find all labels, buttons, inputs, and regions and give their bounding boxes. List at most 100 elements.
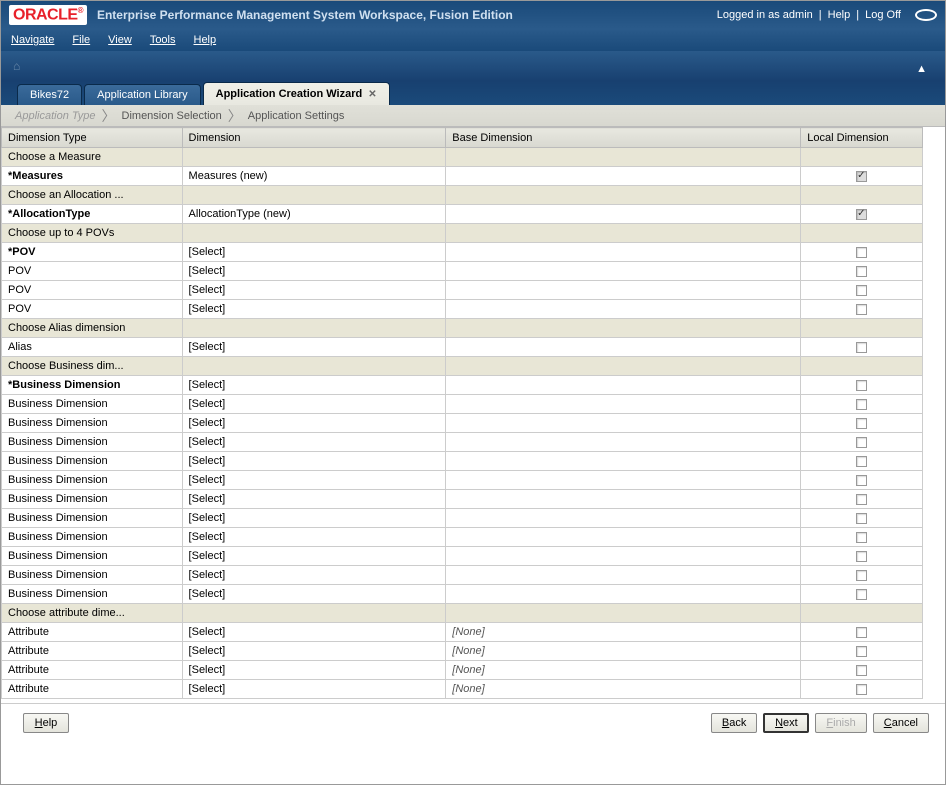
menu-view[interactable]: View [108, 34, 132, 46]
cell-dimension-select[interactable]: [Select] [182, 585, 446, 604]
local-dimension-checkbox[interactable] [856, 418, 867, 429]
cell-dimension-select[interactable]: [Select] [182, 509, 446, 528]
menu-help[interactable]: Help [194, 34, 217, 46]
cell-base-dimension [446, 281, 801, 300]
col-header-dimension[interactable]: Dimension [182, 128, 446, 148]
cell-dimension-select[interactable]: [Select] [182, 680, 446, 699]
back-button[interactable]: Back [711, 713, 757, 733]
cell-local-dimension [801, 528, 923, 547]
table-row: Choose an Allocation ... [2, 186, 923, 205]
table-row: Choose attribute dime... [2, 604, 923, 623]
local-dimension-checkbox[interactable] [856, 399, 867, 410]
table-row: *MeasuresMeasures (new) [2, 167, 923, 186]
collapse-toggle-icon[interactable]: ▲ [916, 63, 927, 75]
local-dimension-checkbox[interactable] [856, 247, 867, 258]
cell-base-dimension [446, 452, 801, 471]
cell-dimension-select[interactable]: Measures (new) [182, 167, 446, 186]
local-dimension-checkbox[interactable] [856, 665, 867, 676]
table-row: POV[Select] [2, 262, 923, 281]
local-dimension-checkbox[interactable] [856, 627, 867, 638]
local-dimension-checkbox[interactable] [856, 646, 867, 657]
tab-application-library[interactable]: Application Library [84, 84, 201, 105]
table-scroll[interactable]: Dimension Type Dimension Base Dimension … [1, 127, 945, 703]
local-dimension-checkbox[interactable] [856, 551, 867, 562]
local-dimension-checkbox[interactable] [856, 589, 867, 600]
cell-base-dimension [446, 376, 801, 395]
table-row: Attribute[Select][None] [2, 642, 923, 661]
help-link[interactable]: Help [828, 9, 851, 21]
local-dimension-checkbox[interactable] [856, 494, 867, 505]
cell-dimension-select[interactable]: [Select] [182, 623, 446, 642]
cell-dimension-select[interactable]: [Select] [182, 395, 446, 414]
breadcrumb: Application Type 〉 Dimension Selection 〉… [1, 105, 945, 127]
table-row: Business Dimension[Select] [2, 528, 923, 547]
next-button[interactable]: Next [763, 713, 809, 733]
menubar: Navigate File View Tools Help [1, 29, 945, 51]
cell-base-dimension[interactable]: [None] [446, 623, 801, 642]
oracle-logo: ORACLE® [9, 5, 87, 25]
cell-local-dimension [801, 452, 923, 471]
cell-local-dimension [801, 376, 923, 395]
home-icon[interactable]: ⌂ [13, 59, 20, 73]
tab-bikes72[interactable]: Bikes72 [17, 84, 82, 105]
cell-dimension-type: Business Dimension [2, 547, 183, 566]
menu-tools[interactable]: Tools [150, 34, 176, 46]
local-dimension-checkbox[interactable] [856, 513, 867, 524]
cell-dimension-select[interactable]: [Select] [182, 338, 446, 357]
cell-dimension-select[interactable]: [Select] [182, 414, 446, 433]
cell-dimension-select[interactable]: [Select] [182, 566, 446, 585]
breadcrumb-step-application-type[interactable]: Application Type [15, 110, 96, 122]
cell-base-dimension [446, 262, 801, 281]
cell-base-dimension[interactable]: [None] [446, 661, 801, 680]
table-row: Business Dimension[Select] [2, 547, 923, 566]
cell-dimension-select[interactable]: [Select] [182, 490, 446, 509]
table-row: *POV[Select] [2, 243, 923, 262]
cell-dimension-select[interactable]: [Select] [182, 547, 446, 566]
tab-application-creation-wizard[interactable]: Application Creation Wizard ✕ [203, 82, 390, 105]
local-dimension-checkbox[interactable] [856, 475, 867, 486]
cell-base-dimension[interactable]: [None] [446, 680, 801, 699]
table-row: Business Dimension[Select] [2, 452, 923, 471]
table-row: Business Dimension[Select] [2, 433, 923, 452]
cell-base-dimension[interactable]: [None] [446, 642, 801, 661]
cell-dimension-select[interactable]: [Select] [182, 642, 446, 661]
menu-navigate[interactable]: Navigate [11, 34, 54, 46]
logoff-link[interactable]: Log Off [865, 9, 901, 21]
cell-dimension-select[interactable]: [Select] [182, 281, 446, 300]
col-header-local-dimension[interactable]: Local Dimension [801, 128, 923, 148]
cell-dimension-select[interactable]: [Select] [182, 471, 446, 490]
table-container: Dimension Type Dimension Base Dimension … [1, 127, 945, 704]
cell-dimension-select[interactable]: [Select] [182, 528, 446, 547]
help-button[interactable]: Help [23, 713, 69, 733]
cell-dimension-select[interactable]: [Select] [182, 661, 446, 680]
local-dimension-checkbox[interactable] [856, 570, 867, 581]
cell-dimension-select[interactable]: [Select] [182, 376, 446, 395]
cell-dimension-select[interactable]: AllocationType (new) [182, 205, 446, 224]
local-dimension-checkbox[interactable] [856, 684, 867, 695]
breadcrumb-step-application-settings[interactable]: Application Settings [248, 110, 345, 122]
local-dimension-checkbox[interactable] [856, 532, 867, 543]
local-dimension-checkbox[interactable] [856, 285, 867, 296]
local-dimension-checkbox[interactable] [856, 456, 867, 467]
local-dimension-checkbox[interactable] [856, 380, 867, 391]
progress-icon [915, 9, 937, 21]
cancel-button[interactable]: Cancel [873, 713, 929, 733]
cell-local-dimension [801, 547, 923, 566]
local-dimension-checkbox[interactable] [856, 266, 867, 277]
breadcrumb-step-dimension-selection[interactable]: Dimension Selection [122, 110, 222, 122]
local-dimension-checkbox[interactable] [856, 437, 867, 448]
col-header-base-dimension[interactable]: Base Dimension [446, 128, 801, 148]
close-icon[interactable]: ✕ [368, 89, 376, 100]
cell-dimension-select[interactable]: [Select] [182, 300, 446, 319]
col-header-dimension-type[interactable]: Dimension Type [2, 128, 183, 148]
cell-dimension-type: *Measures [2, 167, 183, 186]
cell-dimension-select[interactable]: [Select] [182, 452, 446, 471]
cell-dimension-type: Business Dimension [2, 585, 183, 604]
cell-dimension-type: Business Dimension [2, 566, 183, 585]
cell-dimension-select[interactable]: [Select] [182, 433, 446, 452]
menu-file[interactable]: File [72, 34, 90, 46]
cell-dimension-select[interactable]: [Select] [182, 262, 446, 281]
local-dimension-checkbox[interactable] [856, 342, 867, 353]
local-dimension-checkbox[interactable] [856, 304, 867, 315]
cell-dimension-select[interactable]: [Select] [182, 243, 446, 262]
